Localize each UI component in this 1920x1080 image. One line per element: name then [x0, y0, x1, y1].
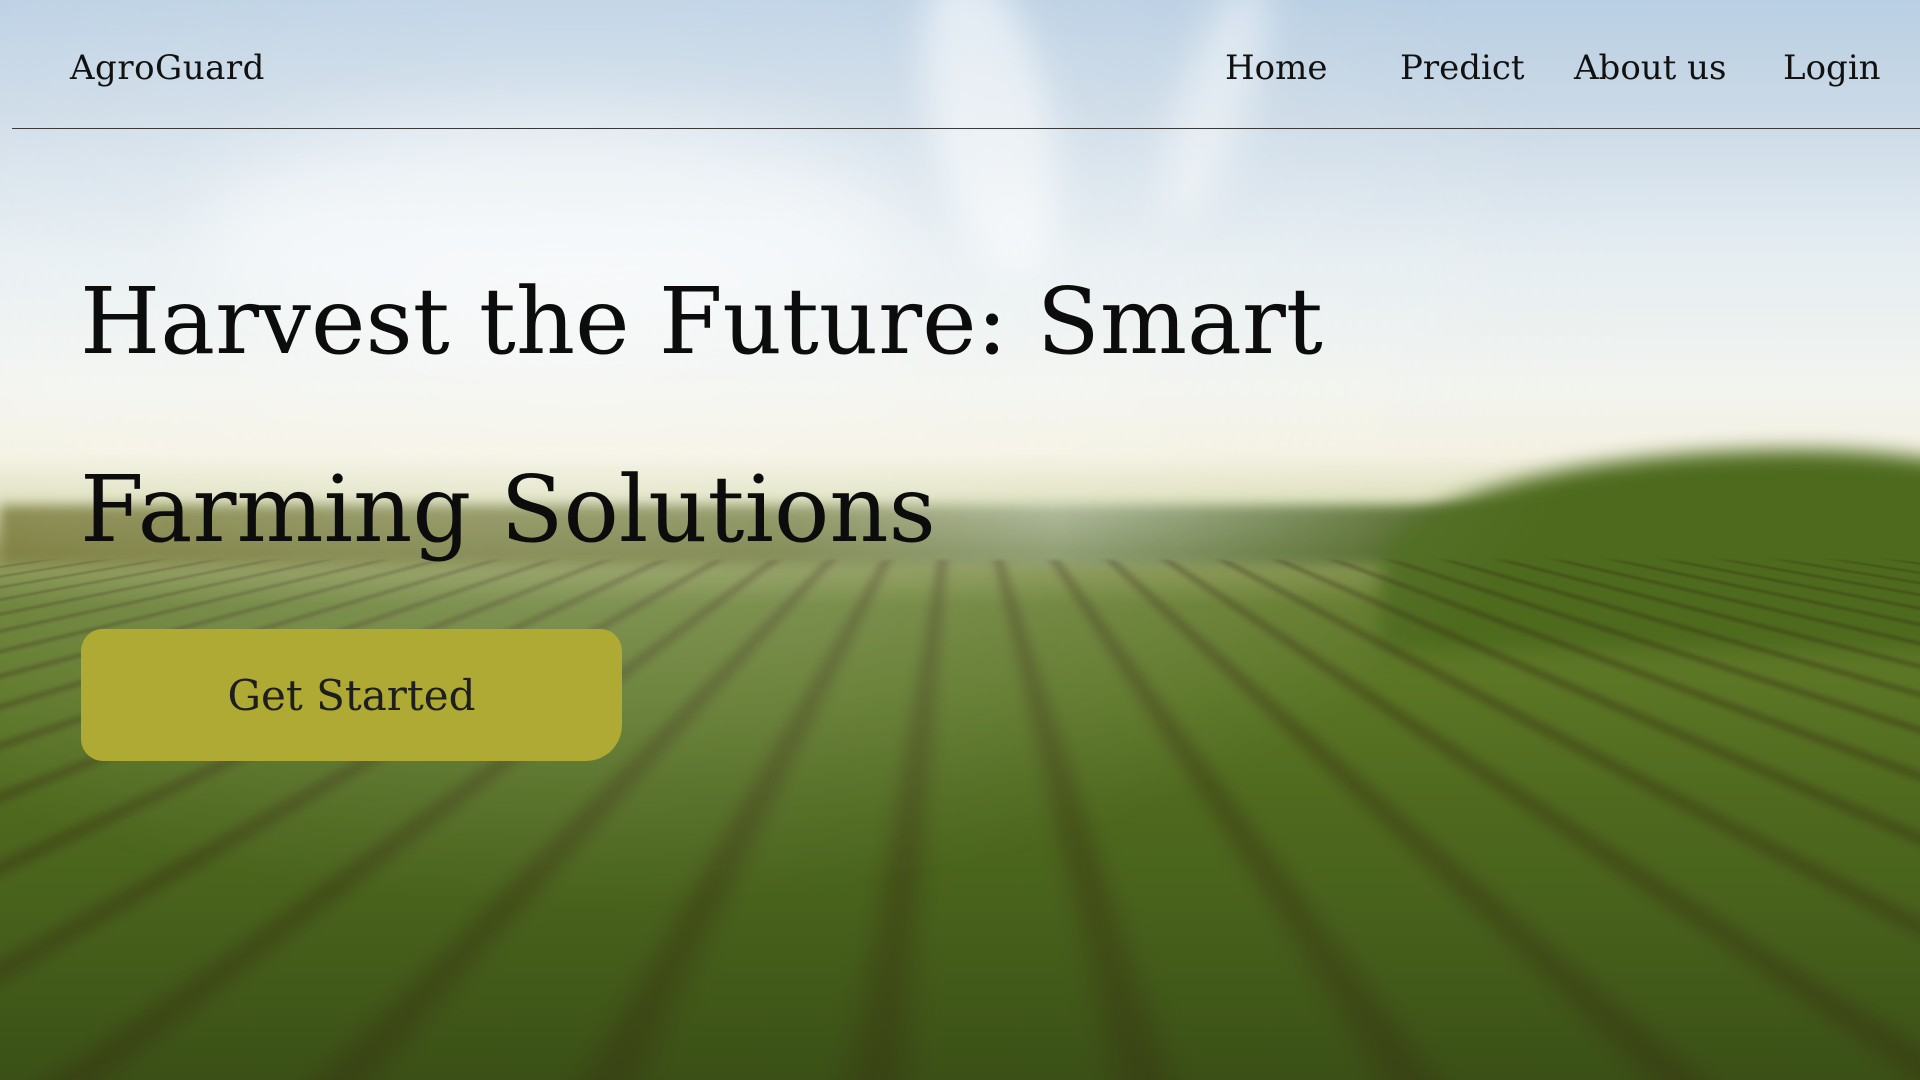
nav-link-about-us[interactable]: About us	[1574, 48, 1727, 88]
hero-section: AgroGuard Home Predict About us Login Ha…	[0, 0, 1920, 1080]
hero-headline: Harvest the Future: Smart Farming Soluti…	[80, 228, 1480, 604]
hero-headline-line-1: Harvest the Future: Smart	[80, 268, 1323, 375]
get-started-button[interactable]: Get Started	[81, 629, 622, 761]
nav-link-predict[interactable]: Predict	[1400, 48, 1525, 88]
nav-link-home[interactable]: Home	[1225, 48, 1327, 88]
brand-logo[interactable]: AgroGuard	[70, 48, 265, 88]
nav-link-login[interactable]: Login	[1783, 48, 1881, 88]
top-navigation: AgroGuard Home Predict About us Login	[12, 0, 1920, 129]
hero-headline-line-2: Farming Solutions	[80, 456, 936, 563]
